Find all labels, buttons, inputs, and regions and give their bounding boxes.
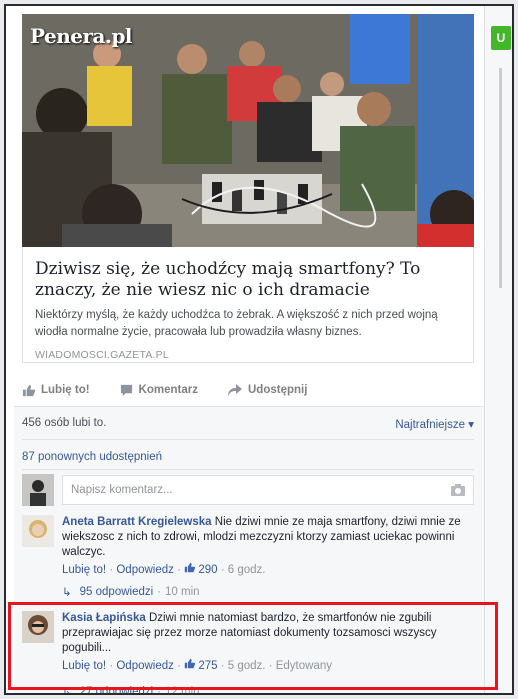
comment-placeholder: Napisz komentarz... (71, 484, 173, 496)
comment-input[interactable]: Napisz komentarz... (62, 475, 474, 505)
screenshot-frame: U Penera.pl Dziwisz się, że uchodźcy maj… (4, 4, 514, 695)
comment-meta: Lubię to! · Odpowiedz · 290 · 6 godz. (62, 562, 266, 576)
camera-icon[interactable] (451, 484, 465, 496)
divider (22, 469, 474, 470)
likes-summary-row: 456 osób lubi to. Najtrafniejsze ▾ (22, 417, 474, 431)
link-description: Niektórzy myślą, że każdy uchodźca to że… (35, 309, 438, 338)
sort-dropdown[interactable]: Najtrafniejsze ▾ (395, 417, 474, 431)
link-image[interactable]: Penera.pl (22, 14, 474, 247)
share-button[interactable]: Udostępnij (227, 383, 308, 397)
highlight-box (8, 602, 498, 690)
like-button[interactable]: Lubię to! (22, 384, 90, 397)
caret-down-icon: ▾ (468, 419, 474, 431)
comment-reaction-count[interactable]: 290 (198, 564, 217, 576)
rail-scrollbar[interactable] (499, 68, 502, 288)
comment-body: Aneta Barratt Kregielewska Nie dziwi mni… (62, 515, 474, 578)
share-label: Udostępnij (247, 384, 308, 396)
comment-reply-link[interactable]: Odpowiedz (116, 564, 174, 576)
comment-author[interactable]: Aneta Barratt Kregielewska (62, 516, 212, 528)
like-label: Lubię to! (41, 384, 90, 396)
share-icon (227, 383, 242, 396)
link-domain: WIADOMOSCI.GAZETA.PL (35, 349, 169, 361)
replies-toggle[interactable]: ↳ 95 odpowiedzi · 10 min (62, 585, 200, 599)
thumbs-up-icon (22, 384, 35, 396)
link-title[interactable]: Dziwisz się, że uchodźcy mają smartfony?… (35, 259, 461, 301)
replies-time: 10 min (165, 586, 200, 598)
likes-count[interactable]: 456 osób lubi to. (22, 417, 106, 431)
post-actions: Lubię to! Komentarz Udostępnij (22, 378, 474, 402)
post: Penera.pl Dziwisz się, że uchodźcy mają … (14, 6, 484, 693)
rail-badge[interactable]: U (491, 26, 511, 50)
comment-time[interactable]: 6 godz. (228, 564, 266, 576)
commenter-avatar[interactable] (22, 515, 54, 547)
replies-count: 95 odpowiedzi (79, 586, 154, 598)
comment-button[interactable]: Komentarz (120, 384, 198, 397)
refugees-photo (22, 14, 474, 247)
watermark-logo: Penera.pl (30, 24, 133, 48)
comment-icon (120, 384, 132, 396)
viewer-avatar[interactable] (22, 474, 54, 506)
divider (22, 439, 474, 440)
avatar-image (22, 515, 54, 547)
comment-like-link[interactable]: Lubię to! (62, 564, 106, 576)
comment-item: Aneta Barratt Kregielewska Nie dziwi mni… (22, 515, 474, 578)
reaction-thumb-icon (184, 562, 196, 576)
avatar-image (22, 474, 54, 506)
comment-composer: Napisz komentarz... (22, 474, 474, 506)
link-preview[interactable]: Dziwisz się, że uchodźcy mają smartfony?… (22, 247, 474, 363)
reply-arrow-icon: ↳ (62, 587, 72, 599)
shares-count[interactable]: 87 ponownych udostępnień (22, 451, 162, 463)
right-rail: U (484, 6, 512, 693)
comment-label: Komentarz (138, 384, 198, 396)
sort-label: Najtrafniejsze (395, 419, 466, 431)
